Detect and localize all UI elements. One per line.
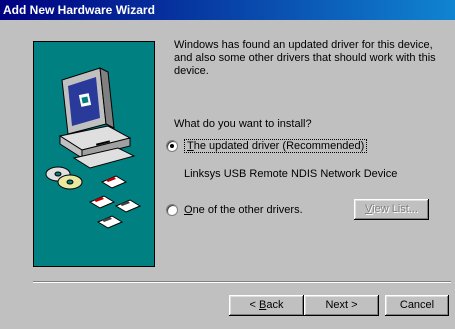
cd-disc-icon <box>45 166 83 190</box>
radio-selected-dot <box>170 144 174 148</box>
next-button[interactable]: Next > <box>304 295 379 316</box>
separator <box>33 281 451 283</box>
updated-driver-radio[interactable] <box>166 140 178 152</box>
wizard-illustration <box>33 41 155 267</box>
cancel-button[interactable]: Cancel <box>385 295 449 316</box>
view-list-button[interactable]: View List... <box>354 199 429 220</box>
updated-driver-label[interactable]: The updated driver (Recommended) <box>184 139 368 153</box>
floppy-disk-icon <box>88 175 142 229</box>
wizard-window: Add New Hardware Wizard Windows has foun… <box>0 0 455 329</box>
install-question: What do you want to install? <box>174 118 312 130</box>
back-button[interactable]: < Back <box>229 295 304 316</box>
other-drivers-radio[interactable] <box>166 204 178 216</box>
other-drivers-label[interactable]: One of the other drivers. <box>184 204 303 216</box>
window-title: Add New Hardware Wizard <box>3 3 155 17</box>
title-bar[interactable]: Add New Hardware Wizard <box>0 0 455 20</box>
device-name: Linksys USB Remote NDIS Network Device <box>184 168 398 180</box>
intro-text: Windows has found an updated driver for … <box>174 39 436 77</box>
computer-icon <box>58 67 136 169</box>
